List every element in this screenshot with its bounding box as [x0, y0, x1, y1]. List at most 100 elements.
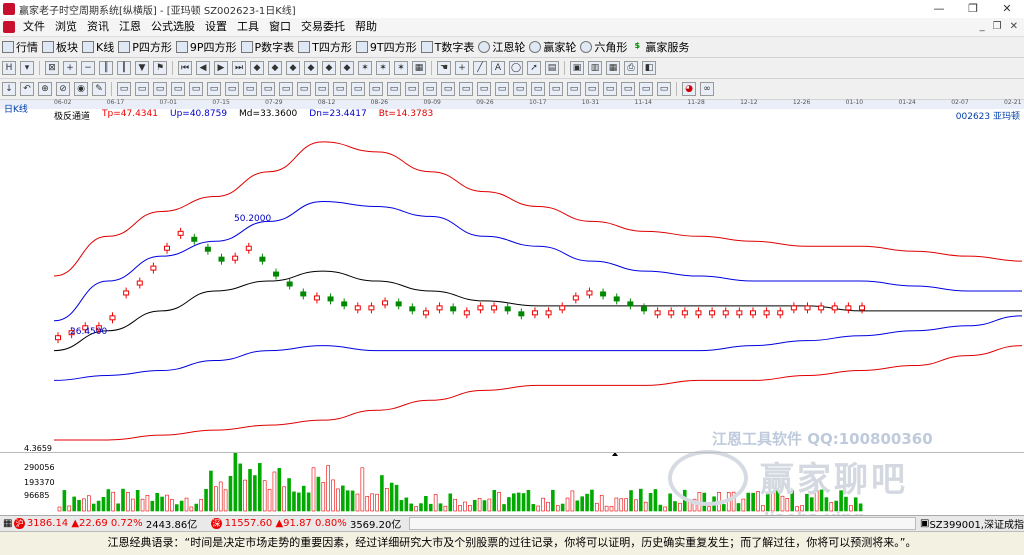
zoom-in-icon[interactable]: + [63, 61, 77, 75]
tb-quotes-button[interactable]: 行情 [2, 39, 38, 55]
mdi-minimize-button[interactable]: _ [980, 18, 985, 36]
box-icon[interactable]: ▭ [549, 82, 563, 96]
menu-gann[interactable]: 江恩 [114, 18, 146, 36]
box-icon[interactable]: ▭ [261, 82, 275, 96]
tb-9t-square-button[interactable]: 9T四方形 [355, 39, 417, 55]
ellipse-icon[interactable]: ◯ [509, 61, 523, 75]
box-icon[interactable]: ▭ [171, 82, 185, 96]
grid-icon[interactable]: ▦ [412, 61, 426, 75]
box-icon[interactable]: ▭ [657, 82, 671, 96]
last-icon[interactable]: ⏭ [232, 61, 246, 75]
menu-tools[interactable]: 工具 [232, 18, 264, 36]
box-icon[interactable]: ▭ [387, 82, 401, 96]
box-icon[interactable]: ▭ [117, 82, 131, 96]
box-icon[interactable]: ▭ [621, 82, 635, 96]
car-icon[interactable]: ◧ [642, 61, 656, 75]
time-icon[interactable]: ⊕ [38, 82, 52, 96]
undo-icon[interactable]: ↶ [20, 82, 34, 96]
layout-icon[interactable]: ▾ [20, 61, 34, 75]
box-icon[interactable]: ▭ [333, 82, 347, 96]
tb-kline-button[interactable]: K线 [82, 39, 114, 55]
cursor-icon[interactable]: H [2, 61, 16, 75]
box-icon[interactable]: ▭ [225, 82, 239, 96]
box-icon[interactable]: ▭ [153, 82, 167, 96]
mdi-close-button[interactable]: ✕ [1010, 18, 1018, 36]
box-icon[interactable]: ▭ [495, 82, 509, 96]
box-icon[interactable]: ▭ [135, 82, 149, 96]
calc-icon[interactable]: ▦ [3, 518, 12, 529]
box-icon[interactable]: ▭ [585, 82, 599, 96]
menu-browse[interactable]: 浏览 [50, 18, 82, 36]
box-icon[interactable]: ▭ [603, 82, 617, 96]
tb-winner-wheel-button[interactable]: 赢家轮 [529, 39, 576, 55]
box-icon[interactable]: ▭ [531, 82, 545, 96]
menu-help[interactable]: 帮助 [350, 18, 382, 36]
ticker-scrollbar[interactable] [409, 517, 916, 530]
text-icon[interactable]: A [491, 61, 505, 75]
box-icon[interactable]: ▭ [207, 82, 221, 96]
tag-icon[interactable]: ⊘ [56, 82, 70, 96]
arrow-icon[interactable]: ➚ [527, 61, 541, 75]
first-icon[interactable]: ⏮ [178, 61, 192, 75]
fan-icon[interactable]: ✶ [376, 61, 390, 75]
flag-icon[interactable]: ⚑ [153, 61, 167, 75]
crosshair-icon[interactable]: + [455, 61, 469, 75]
tb-t-square-button[interactable]: T四方形 [298, 39, 352, 55]
table-icon[interactable]: ▥ [588, 61, 602, 75]
tb-sector-button[interactable]: 板块 [42, 39, 78, 55]
tb-gann-wheel-button[interactable]: 江恩轮 [478, 39, 525, 55]
tb-p-number-button[interactable]: P数字表 [240, 39, 294, 55]
prev-icon[interactable]: ◀ [196, 61, 210, 75]
box-icon[interactable]: ▭ [279, 82, 293, 96]
chart-type-icon[interactable]: ⊠ [45, 61, 59, 75]
box-icon[interactable]: ▭ [513, 82, 527, 96]
minimize-button[interactable]: — [922, 0, 956, 18]
tb-t-number-button[interactable]: T数字表 [420, 39, 474, 55]
marker-icon[interactable]: ◉ [74, 82, 88, 96]
box-icon[interactable]: ▭ [423, 82, 437, 96]
arrow-down-icon[interactable]: ↓ [2, 82, 16, 96]
box-icon[interactable]: ▭ [315, 82, 329, 96]
colorwheel-icon[interactable]: ◕ [682, 82, 696, 96]
bar-icon[interactable]: ║ [99, 61, 113, 75]
menu-trade[interactable]: 交易委托 [296, 18, 350, 36]
fan-icon[interactable]: ✶ [358, 61, 372, 75]
fan-icon[interactable]: ✶ [394, 61, 408, 75]
box-icon[interactable]: ▭ [351, 82, 365, 96]
diamond-icon[interactable]: ◆ [268, 61, 282, 75]
diamond-icon[interactable]: ◆ [304, 61, 318, 75]
tb-9p-square-button[interactable]: 9P四方形 [175, 39, 237, 55]
menu-settings[interactable]: 设置 [200, 18, 232, 36]
hand-icon[interactable]: ☚ [437, 61, 451, 75]
calendar-icon[interactable]: ▣ [570, 61, 584, 75]
period-icon[interactable]: ▼ [135, 61, 149, 75]
infinity-icon[interactable]: ∞ [700, 82, 714, 96]
line-icon[interactable]: ╱ [473, 61, 487, 75]
box-icon[interactable]: ▭ [441, 82, 455, 96]
box-icon[interactable]: ▭ [639, 82, 653, 96]
box-icon[interactable]: ▭ [567, 82, 581, 96]
candle-icon[interactable]: ┃ [117, 61, 131, 75]
menu-file[interactable]: 文件 [18, 18, 50, 36]
tb-service-button[interactable]: $ 赢家服务 [631, 39, 690, 55]
menu-info[interactable]: 资讯 [82, 18, 114, 36]
zoom-out-icon[interactable]: − [81, 61, 95, 75]
ruler-icon[interactable]: ▤ [545, 61, 559, 75]
diamond-icon[interactable]: ◆ [250, 61, 264, 75]
tb-p-square-button[interactable]: P四方形 [118, 39, 172, 55]
box-icon[interactable]: ▭ [189, 82, 203, 96]
maximize-button[interactable]: ❐ [956, 0, 990, 18]
next-icon[interactable]: ▶ [214, 61, 228, 75]
tb-hexagon-button[interactable]: 六角形 [580, 39, 627, 55]
box-icon[interactable]: ▭ [405, 82, 419, 96]
diamond-icon[interactable]: ◆ [340, 61, 354, 75]
menu-window[interactable]: 窗口 [264, 18, 296, 36]
print-icon[interactable]: ⎙ [624, 61, 638, 75]
box-icon[interactable]: ▭ [369, 82, 383, 96]
menu-formula[interactable]: 公式选股 [146, 18, 200, 36]
box-icon[interactable]: ▭ [243, 82, 257, 96]
save-icon[interactable]: ▦ [606, 61, 620, 75]
mdi-restore-button[interactable]: ❐ [993, 18, 1002, 36]
box-icon[interactable]: ▭ [459, 82, 473, 96]
pen-icon[interactable]: ✎ [92, 82, 106, 96]
